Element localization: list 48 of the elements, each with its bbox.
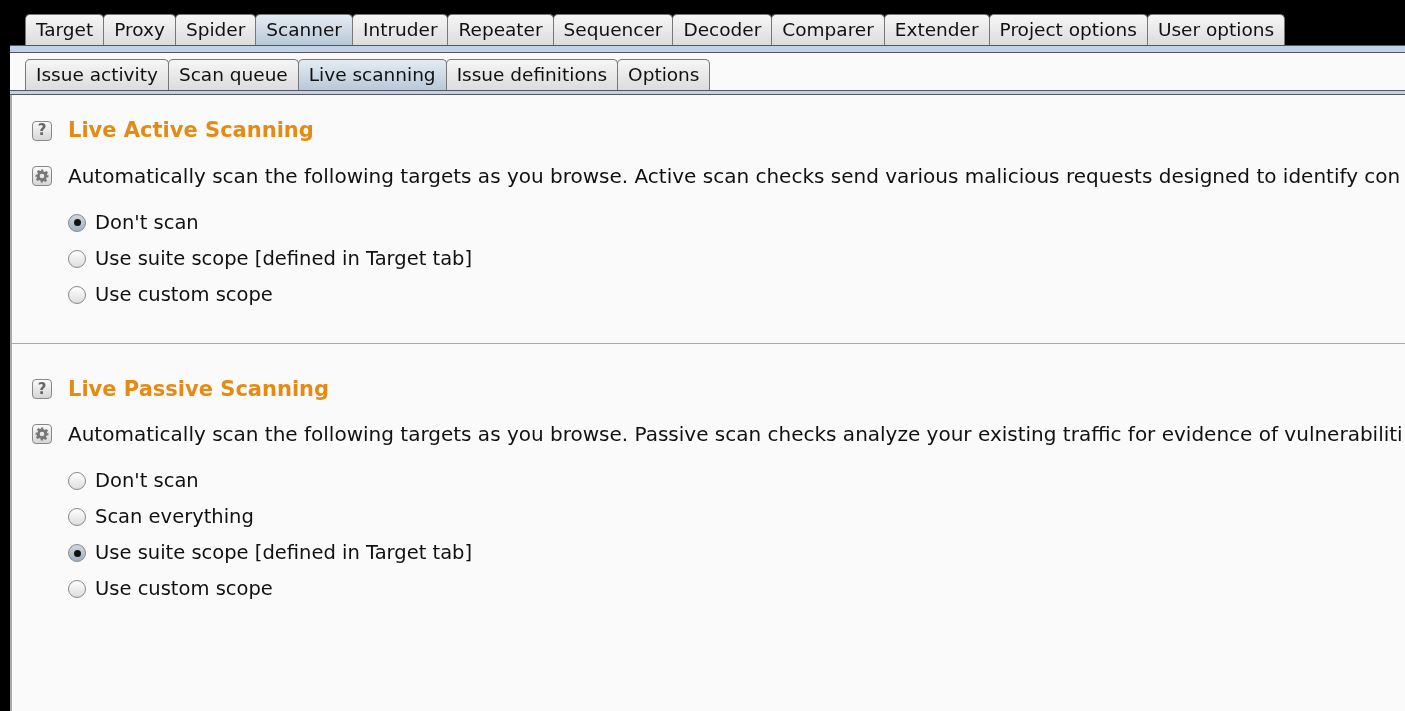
settings-button[interactable] [32, 424, 52, 444]
radio-button[interactable] [68, 508, 86, 526]
tab[interactable]: Comparer [771, 14, 885, 45]
tab[interactable]: Extender [883, 14, 990, 45]
radio-option[interactable]: Don't scan [68, 204, 1405, 241]
tab[interactable]: User options [1146, 14, 1286, 45]
tab[interactable]: Issue definitions [445, 59, 619, 90]
section-title: Live Passive Scanning [68, 375, 330, 403]
radio-option[interactable]: Use custom scope [68, 276, 1405, 313]
radio-option[interactable]: Use custom scope [68, 571, 1405, 607]
radio-label: Use custom scope [95, 281, 273, 308]
radio-button[interactable] [68, 285, 86, 304]
radio-option[interactable]: Scan everything [68, 499, 1405, 535]
radio-label: Don't scan [95, 468, 199, 495]
tab[interactable]: Scan queue [167, 59, 299, 90]
radio-label: Use suite scope [defined in Target tab] [95, 245, 473, 272]
radio-button[interactable] [68, 472, 86, 490]
settings-icon [35, 168, 49, 183]
settings-button[interactable] [32, 165, 52, 186]
tab[interactable]: Sequencer [552, 14, 674, 45]
radio-button[interactable] [68, 249, 86, 268]
help-button[interactable]: ? [32, 379, 52, 400]
tab[interactable]: Live scanning [297, 59, 447, 90]
tab[interactable]: Target [25, 14, 105, 45]
tab[interactable]: Issue activity [25, 59, 169, 90]
section-title: Live Active Scanning [68, 117, 314, 144]
tab[interactable]: Spider [174, 14, 257, 45]
tab[interactable]: Repeater [447, 14, 554, 45]
tab[interactable]: Options [617, 59, 711, 90]
radio-label: Scan everything [95, 504, 254, 531]
tab[interactable]: Project options [988, 14, 1148, 45]
description-text: Automatically scan the following targets as you browse. Active scan checks send various malicious requests designed to identify con [68, 162, 1401, 190]
description-text: Automatically scan the following targets as you browse. Passive scan checks analyze your existing traffic for evidence of vulnerabiliti [68, 421, 1403, 448]
radio-button[interactable] [68, 213, 86, 232]
tab[interactable]: Decoder [672, 14, 773, 45]
radio-option[interactable]: Use suite scope [defined in Target tab] [68, 535, 1405, 571]
radio-button[interactable] [68, 544, 86, 562]
settings-icon [35, 427, 49, 441]
radio-label: Use custom scope [95, 576, 273, 603]
radio-option[interactable]: Use suite scope [defined in Target tab] [68, 240, 1405, 277]
radio-button[interactable] [68, 580, 86, 598]
radio-option[interactable]: Don't scan [68, 463, 1405, 499]
radio-label: Use suite scope [defined in Target tab] [95, 540, 473, 567]
tab[interactable]: Intruder [352, 14, 449, 45]
tab[interactable]: Scanner [255, 14, 353, 45]
radio-label: Don't scan [95, 209, 199, 236]
tab[interactable]: Proxy [103, 14, 176, 45]
help-button[interactable]: ? [32, 120, 52, 141]
